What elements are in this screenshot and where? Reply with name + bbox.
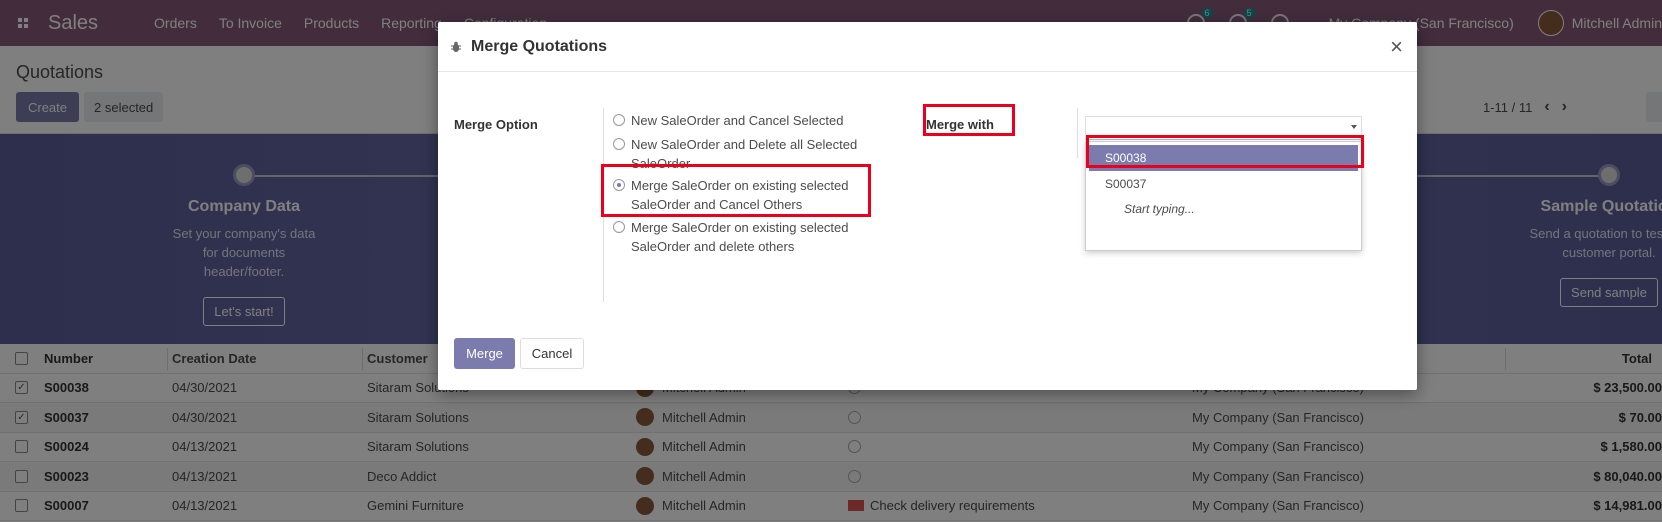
cancel-button[interactable]: Cancel <box>520 338 584 369</box>
dropdown-option-s00037[interactable]: S00037 <box>1086 171 1361 197</box>
modal-header: Merge Quotations × <box>438 22 1417 72</box>
merge-option-label: Merge Option <box>454 117 538 132</box>
merge-with-divider <box>1077 108 1078 158</box>
merge-button[interactable]: Merge <box>454 338 515 369</box>
highlight-box-option <box>601 164 871 217</box>
radio-button[interactable] <box>613 114 625 126</box>
option-label[interactable]: Merge SaleOrder on existing selected Sal… <box>631 218 891 256</box>
modal-title: Merge Quotations <box>471 37 608 55</box>
bug-icon <box>451 41 461 52</box>
chevron-down-icon[interactable] <box>1351 125 1357 129</box>
option-new-cancel[interactable]: New SaleOrder and Cancel Selected <box>613 111 891 130</box>
highlight-box-s00038 <box>1086 135 1364 168</box>
radio-button[interactable] <box>613 138 625 150</box>
merge-quotations-dialog: Merge Quotations × Merge Option New Sale… <box>438 22 1417 390</box>
highlight-box-merge-with <box>923 104 1015 136</box>
radio-button[interactable] <box>613 221 625 233</box>
close-icon[interactable]: × <box>1390 34 1403 60</box>
dropdown-hint: Start typing... <box>1124 202 1195 216</box>
option-label[interactable]: New SaleOrder and Cancel Selected <box>631 111 891 130</box>
option-existing-delete[interactable]: Merge SaleOrder on existing selected Sal… <box>613 218 891 256</box>
